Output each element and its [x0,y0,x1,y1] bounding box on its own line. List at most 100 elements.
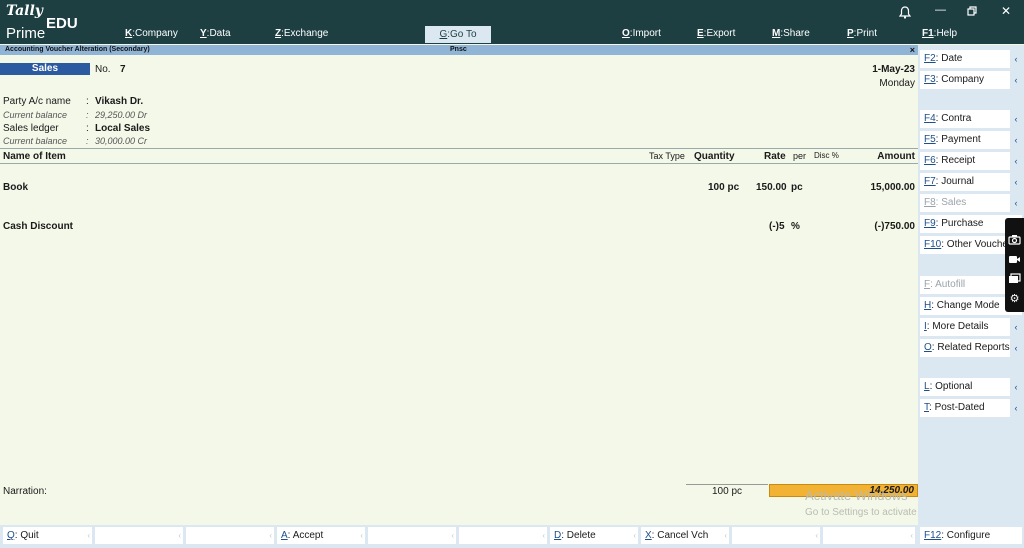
col-disc: Disc % [814,151,839,160]
col-per: per [793,151,807,161]
post-dated-button[interactable]: T: Post-Dated ‹ [920,399,1022,417]
ledger-item-amount[interactable]: (-)750.00 [874,221,915,232]
menu-export[interactable]: E:Export [697,28,735,39]
ledger-balance: 30,000.00 Cr [95,136,148,146]
bottom-button-empty-1: ‹ [95,527,183,544]
bottom-button-empty-5: ‹ [732,527,820,544]
settings-icon[interactable]: ⚙ [1008,293,1021,306]
chevron-left-icon: ‹ [724,531,727,540]
party-label: Party A/c name [3,96,71,107]
menu-help[interactable]: F1:Help [922,28,957,39]
receipt-button[interactable]: F6: Receipt ‹ [920,152,1022,170]
chevron-left-icon: ‹ [1010,399,1022,417]
company-name: Pnsc [450,46,467,53]
item-amount[interactable]: 15,000.00 [871,182,916,193]
voucher-type-badge: Sales [0,63,90,75]
contra-button[interactable]: F4: Contra ‹ [920,110,1022,128]
logo-edu: EDU [46,15,78,32]
chevron-left-icon: ‹ [87,531,90,540]
close-icon[interactable]: ✕ [1001,4,1011,18]
chevron-left-icon: ‹ [1010,173,1022,191]
menu-goto[interactable]: G:Go To [425,26,491,43]
configure-button[interactable]: F12: Configure [920,527,1022,544]
voucher-title-strip: Accounting Voucher Alteration (Secondary… [0,45,918,55]
more-details-button[interactable]: I: More Details ‹ [920,318,1022,336]
ledger-item-name[interactable]: Cash Discount [3,221,73,232]
quit-button[interactable]: Q: Quit ‹ [3,527,92,544]
menu-import[interactable]: O:Import [622,28,661,39]
company-button[interactable]: F3: Company ‹ [920,71,1022,89]
minimize-icon[interactable]: — [935,4,946,16]
col-tax-type: Tax Type [649,151,685,161]
menu-print[interactable]: P:Print [847,28,877,39]
header-divider [0,148,918,149]
chevron-left-icon: ‹ [1010,71,1022,89]
bottom-button-bar: Q: Quit ‹ ‹ ‹ A: Accept ‹ ‹ ‹ D: Delete ‹ X… [0,525,918,548]
voucher-mode-title: Accounting Voucher Alteration (Secondary… [5,46,150,53]
gallery-icon[interactable] [1008,273,1021,286]
chevron-left-icon: ‹ [815,531,818,540]
chevron-left-icon: ‹ [269,531,272,540]
menu-share[interactable]: M:Share [772,28,810,39]
logo-tally: Tally [6,3,43,19]
related-reports-button[interactable]: O: Related Reports ‹ [920,339,1022,357]
bottom-button-empty-6: ‹ [823,527,915,544]
chevron-left-icon: ‹ [1010,194,1022,212]
ledger-balance-colon: : [86,136,89,146]
payment-button[interactable]: F5: Payment ‹ [920,131,1022,149]
item-per[interactable]: pc [791,182,803,193]
chevron-left-icon: ‹ [910,531,913,540]
item-rate[interactable]: 150.00 [756,182,787,193]
ledger-balance-label: Current balance [3,136,68,146]
close-voucher-icon[interactable]: × [910,45,915,55]
capture-toolbar: ⚙ [1005,218,1024,312]
chevron-left-icon: ‹ [1010,152,1022,170]
item-qty[interactable]: 100 pc [708,182,739,193]
chevron-left-icon: ‹ [1010,378,1022,396]
camera-icon[interactable] [1008,234,1021,247]
journal-button[interactable]: F7: Journal ‹ [920,173,1022,191]
party-balance: 29,250.00 Dr [95,110,148,120]
bottom-button-empty-4: ‹ [459,527,547,544]
chevron-left-icon: ‹ [1010,318,1022,336]
chevron-left-icon: ‹ [633,531,636,540]
party-value[interactable]: Vikash Dr. [95,96,143,107]
date-button[interactable]: F2: Date ‹ [920,50,1022,68]
chevron-left-icon: ‹ [1010,131,1022,149]
chevron-left-icon: ‹ [360,531,363,540]
chevron-left-icon: ‹ [178,531,181,540]
top-menu-bar: Tally EDU Prime K:Company Y:Data Z:Excha… [0,0,1024,44]
ledger-item-per[interactable]: % [791,221,800,232]
ledger-label: Sales ledger [3,123,59,134]
ledger-value[interactable]: Local Sales [95,123,150,134]
menu-data[interactable]: Y:Data [200,28,231,39]
col-amount: Amount [877,151,915,162]
voucher-date[interactable]: 1-May-23 [872,64,915,75]
watermark-title: Activate Windows [805,488,908,503]
cancel-vch-button[interactable]: X: Cancel Vch ‹ [641,527,729,544]
logo-prime: Prime [6,25,46,42]
party-colon: : [86,96,89,107]
optional-button[interactable]: L: Optional ‹ [920,378,1022,396]
total-quantity: 100 pc [686,484,768,497]
header-bottom-divider [0,163,918,164]
restore-icon[interactable] [967,6,977,19]
ledger-item-rate[interactable]: (-)5 [769,221,785,232]
chevron-left-icon: ‹ [542,531,545,540]
item-name[interactable]: Book [3,182,28,193]
voucher-no-value[interactable]: 7 [120,64,126,75]
voucher-no-label: No. [95,64,111,75]
menu-company[interactable]: K:Company [125,28,178,39]
bell-icon[interactable] [898,6,912,22]
chevron-left-icon: ‹ [1010,50,1022,68]
voucher-body: Sales No. 7 1-May-23 Monday Party A/c na… [0,55,963,525]
accept-button[interactable]: A: Accept ‹ [277,527,365,544]
col-quantity: Quantity [694,151,735,162]
menu-exchange[interactable]: Z:Exchange [275,28,328,39]
delete-button[interactable]: D: Delete ‹ [550,527,638,544]
tally-logo: Tally EDU Prime [6,3,86,42]
video-icon[interactable] [1008,254,1021,267]
sales-button: F8: Sales ‹ [920,194,1022,212]
narration-label: Narration: [3,486,47,497]
chevron-left-icon: ‹ [1010,110,1022,128]
